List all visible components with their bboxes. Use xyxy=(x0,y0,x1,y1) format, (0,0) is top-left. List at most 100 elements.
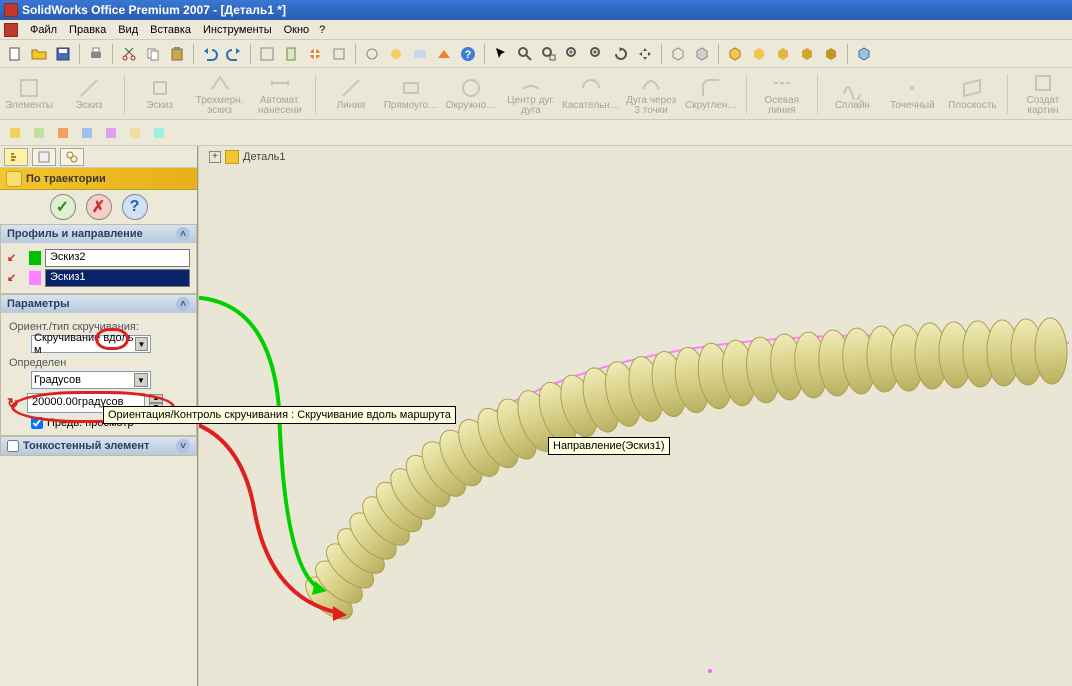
separator xyxy=(817,74,818,114)
graphics-viewport[interactable]: + Деталь1 xyxy=(198,146,1072,686)
help-icon[interactable]: ? xyxy=(457,43,479,65)
redo-button[interactable] xyxy=(223,43,245,65)
tb-btn-e[interactable] xyxy=(385,43,407,65)
undo-button[interactable] xyxy=(199,43,221,65)
dropdown-arrow-icon[interactable]: ▼ xyxy=(134,373,148,387)
menu-edit[interactable]: Правка xyxy=(63,21,112,39)
collapse-icon[interactable]: ˄ xyxy=(176,297,190,311)
zoom-area-button[interactable] xyxy=(538,43,560,65)
ribbon-3pt-arc[interactable]: Дуга через 3 точки xyxy=(626,71,676,116)
ribbon-circle[interactable]: Окружно… xyxy=(446,76,496,111)
menu-tools[interactable]: Инструменты xyxy=(197,21,278,39)
ft-btn-6[interactable] xyxy=(124,122,146,144)
ok-button[interactable]: ✓ xyxy=(50,194,76,220)
save-button[interactable] xyxy=(52,43,74,65)
help-button[interactable]: ? xyxy=(122,194,148,220)
zoom-fit-button[interactable] xyxy=(514,43,536,65)
path-selection-row: ↙ Эскиз1 xyxy=(7,269,190,287)
ribbon-3d-sketch[interactable]: Трехмерн. эскиз xyxy=(195,71,245,116)
ribbon-create[interactable]: Создат картин xyxy=(1018,71,1068,116)
thin-feature-header[interactable]: Тонкостенный элемент ˅ xyxy=(1,437,196,455)
zoom-in-out-button[interactable] xyxy=(562,43,584,65)
ft-btn-2[interactable] xyxy=(28,122,50,144)
cancel-button[interactable]: ✗ xyxy=(86,194,112,220)
open-button[interactable] xyxy=(28,43,50,65)
ribbon-sketch2[interactable]: Эскиз xyxy=(135,76,185,111)
collapse-icon[interactable]: ˄ xyxy=(176,227,190,241)
ribbon-elements[interactable]: Элементы xyxy=(4,76,54,111)
zoom-selection-button[interactable] xyxy=(586,43,608,65)
rotate-view-button[interactable] xyxy=(610,43,632,65)
expand-icon[interactable]: + xyxy=(209,151,221,163)
tb-btn-g[interactable] xyxy=(433,43,455,65)
cut-button[interactable] xyxy=(118,43,140,65)
path-field[interactable]: Эскиз1 xyxy=(45,269,190,287)
tb-btn-f[interactable] xyxy=(409,43,431,65)
paste-button[interactable] xyxy=(166,43,188,65)
menu-file[interactable]: Файл xyxy=(24,21,63,39)
ribbon-line[interactable]: Линия xyxy=(326,76,376,111)
viewport-content[interactable] xyxy=(199,168,1072,686)
print-button[interactable] xyxy=(85,43,107,65)
tb-btn-c[interactable] xyxy=(328,43,350,65)
config-tab[interactable] xyxy=(60,148,84,166)
separator xyxy=(847,44,848,64)
property-tab[interactable] xyxy=(32,148,56,166)
preview-checkbox[interactable] xyxy=(31,417,43,429)
select-button[interactable] xyxy=(490,43,512,65)
define-dropdown[interactable]: Градусов ▼ xyxy=(31,371,151,389)
new-button[interactable] xyxy=(4,43,26,65)
rebuild-button[interactable] xyxy=(304,43,326,65)
wireframe-button[interactable] xyxy=(667,43,689,65)
separator xyxy=(124,74,125,114)
section-view-button[interactable] xyxy=(853,43,875,65)
shaded-button[interactable] xyxy=(748,43,770,65)
orientation-dropdown[interactable]: Скручивание вдоль м ▼ xyxy=(31,335,151,353)
separator xyxy=(484,44,485,64)
ribbon-spline[interactable]: Сплайн xyxy=(827,76,877,111)
ribbon-point[interactable]: Точечный xyxy=(887,76,937,111)
separator xyxy=(355,44,356,64)
separator xyxy=(315,74,316,114)
feature-tree-tab[interactable] xyxy=(4,148,28,166)
ribbon-centerline[interactable]: Осевая линия xyxy=(757,71,807,116)
separator xyxy=(112,44,113,64)
collapse-icon[interactable]: ˅ xyxy=(176,439,190,453)
ribbon-auto-dim[interactable]: Автомат. нанесени xyxy=(255,71,306,116)
shaded-d-button[interactable] xyxy=(820,43,842,65)
shaded-b-button[interactable] xyxy=(772,43,794,65)
ribbon-rect[interactable]: Прямоуго… xyxy=(386,76,436,111)
separator xyxy=(718,44,719,64)
ft-btn-4[interactable] xyxy=(76,122,98,144)
thin-feature-checkbox[interactable] xyxy=(7,440,19,452)
tb-btn-d[interactable] xyxy=(361,43,383,65)
command-manager: Элементы Эскиз Эскиз Трехмерн. эскиз Авт… xyxy=(0,68,1072,120)
tb-btn-b[interactable] xyxy=(280,43,302,65)
ft-btn-7[interactable] xyxy=(148,122,170,144)
ft-btn-1[interactable] xyxy=(4,122,26,144)
profile-field[interactable]: Эскиз2 xyxy=(45,249,190,267)
tb-btn-a[interactable] xyxy=(256,43,278,65)
parameters-header[interactable]: Параметры ˄ xyxy=(1,295,196,313)
ribbon-plane[interactable]: Плоскость xyxy=(947,76,997,111)
menu-insert[interactable]: Вставка xyxy=(144,21,197,39)
menu-window[interactable]: Окно xyxy=(278,21,316,39)
profile-direction-header[interactable]: Профиль и направление ˄ xyxy=(1,225,196,243)
ribbon-fillet[interactable]: Скруглен… xyxy=(686,76,736,111)
ribbon-center-arc[interactable]: Центр дуг. дуга xyxy=(506,71,556,116)
feature-header: По траектории xyxy=(0,168,197,190)
ribbon-sketch[interactable]: Эскиз xyxy=(64,76,114,111)
copy-button[interactable] xyxy=(142,43,164,65)
shaded-c-button[interactable] xyxy=(796,43,818,65)
path-icon: ↙ xyxy=(7,271,25,285)
ft-btn-5[interactable] xyxy=(100,122,122,144)
ft-btn-3[interactable] xyxy=(52,122,74,144)
pan-button[interactable] xyxy=(634,43,656,65)
shaded-with-edges-button[interactable] xyxy=(724,43,746,65)
menu-view[interactable]: Вид xyxy=(112,21,144,39)
svg-text:?: ? xyxy=(465,49,472,61)
hidden-lines-removed-button[interactable] xyxy=(691,43,713,65)
ribbon-tangent-arc[interactable]: Касательн… xyxy=(566,76,616,111)
menu-help[interactable]: ? xyxy=(315,21,329,39)
dropdown-arrow-icon[interactable]: ▼ xyxy=(135,337,148,351)
